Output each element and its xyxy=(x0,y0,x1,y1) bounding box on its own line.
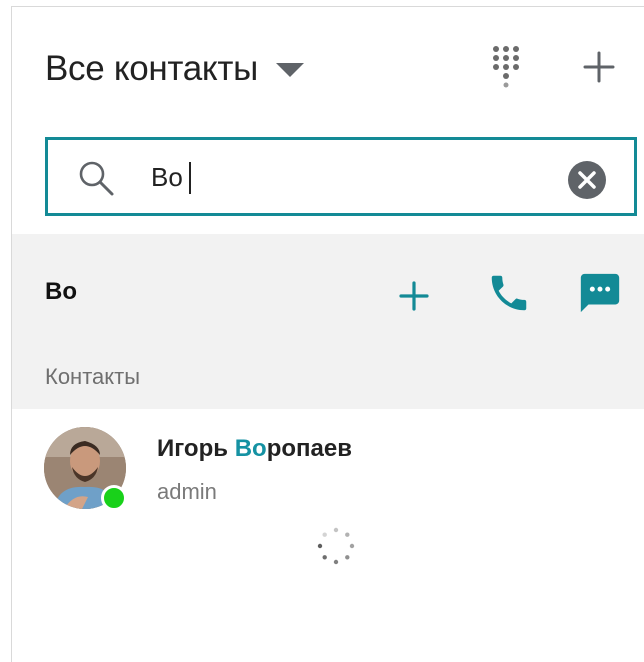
section-label-contacts: Контакты xyxy=(45,364,141,389)
search-box xyxy=(45,137,637,216)
header: Все контакты xyxy=(12,7,644,127)
call-button[interactable] xyxy=(486,270,532,316)
query-number: Bo xyxy=(45,278,77,305)
plus-icon xyxy=(583,51,615,83)
clear-icon xyxy=(578,171,596,189)
add-number-button[interactable] xyxy=(396,278,432,314)
presence-online-indicator xyxy=(101,485,127,511)
plus-icon xyxy=(399,281,429,311)
contact-role: admin xyxy=(157,479,217,504)
clear-search-button[interactable] xyxy=(568,161,606,199)
dialpad-button[interactable] xyxy=(485,43,527,91)
caret-down-icon xyxy=(275,63,304,77)
dialpad-icon xyxy=(493,46,519,88)
spinner-icon xyxy=(317,527,355,565)
name-match-highlight: Во xyxy=(234,435,267,462)
page-title: Все контакты xyxy=(45,49,258,88)
chat-icon xyxy=(580,273,620,313)
search-icon xyxy=(79,161,114,196)
contacts-panel: Все контакты Bo Bo Контакты Игорь Воропа… xyxy=(11,6,644,662)
chat-button[interactable] xyxy=(577,270,623,316)
text-cursor xyxy=(189,162,191,194)
contact-first-name: Игорь xyxy=(157,435,229,462)
contacts-filter-dropdown[interactable]: Все контакты xyxy=(45,49,304,89)
add-contact-button[interactable] xyxy=(581,49,617,85)
phone-icon xyxy=(491,275,527,311)
contact-row[interactable]: Игорь Воропаев admin xyxy=(12,409,644,519)
contact-name: Игорь Воропаев xyxy=(157,435,352,463)
query-suggestion-row: Bo Контакты xyxy=(12,234,644,409)
contact-last-name-rest: ропаев xyxy=(266,435,352,462)
search-input[interactable] xyxy=(151,156,551,198)
